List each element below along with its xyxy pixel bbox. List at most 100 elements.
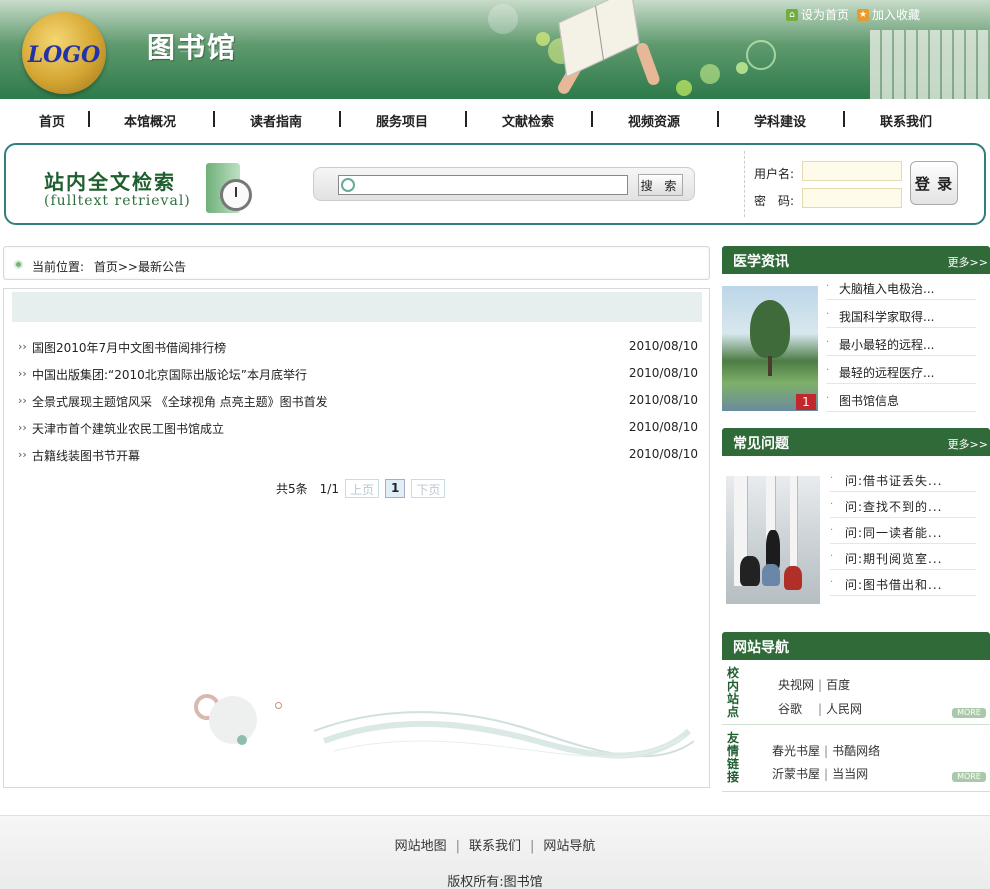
faq-more-link[interactable]: 更多>> — [948, 436, 988, 452]
nav-item-video[interactable]: 视频资源 — [628, 111, 680, 130]
password-field[interactable] — [802, 188, 902, 208]
double-chevron-icon: ›› — [18, 367, 27, 380]
news-row[interactable]: ›› 天津市首个建筑业农民工图书馆成立 2010/08/10 — [18, 419, 698, 439]
footer-link-site-nav[interactable]: 网站导航 — [543, 839, 595, 854]
add-favorite-link[interactable]: ★ 加入收藏 — [857, 6, 920, 23]
faq-item-title[interactable]: 问:期刊阅览室... — [845, 550, 943, 567]
faq-item[interactable]: · 问:借书证丢失... — [830, 470, 976, 492]
faq-item-title[interactable]: 问:查找不到的... — [845, 498, 943, 515]
news-row[interactable]: ›› 全景式展现主题馆风采 《全球视角 点亮主题》图书首发 2010/08/10 — [18, 392, 698, 412]
logo[interactable]: LOGO — [22, 12, 106, 94]
decor-open-book — [558, 0, 640, 78]
friend-link[interactable]: 当当网 — [832, 767, 868, 781]
friend-links-row: 春光书屋 | 书酷网络 — [772, 742, 880, 759]
news-date: 2010/08/10 — [628, 420, 698, 434]
medical-news-item-title[interactable]: 我国科学家取得... — [839, 308, 934, 325]
nav-item-disciplines[interactable]: 学科建设 — [754, 111, 806, 130]
top-links: ⌂ 设为首页 ★ 加入收藏 — [786, 6, 920, 23]
nav-separator — [843, 111, 845, 127]
bullet-icon: · — [826, 393, 830, 404]
search-input[interactable] — [338, 175, 628, 195]
news-title[interactable]: 天津市首个建筑业农民工图书馆成立 — [32, 420, 224, 437]
campus-link[interactable]: 百度 — [826, 678, 850, 692]
footer-link-contact[interactable]: 联系我们 — [469, 839, 521, 854]
news-date: 2010/08/10 — [628, 447, 698, 461]
medical-news-item[interactable]: · 大脑植入电极治... — [826, 278, 976, 300]
bullet-icon: · — [830, 473, 834, 484]
news-date: 2010/08/10 — [628, 339, 698, 353]
nav-item-services[interactable]: 服务项目 — [376, 111, 428, 130]
faq-item-title[interactable]: 问:图书借出和... — [845, 576, 943, 593]
decor-arm-right — [634, 41, 662, 87]
news-panel: ›› 国图2010年7月中文图书借阅排行榜 2010/08/10 ›› 中国出版… — [3, 288, 710, 788]
nav-item-home[interactable]: 首页 — [39, 111, 65, 130]
campus-link[interactable]: 央视网 — [778, 678, 814, 692]
campus-link[interactable]: 人民网 — [826, 702, 862, 716]
breadcrumb-text: 当前位置: 首页>>最新公告 — [32, 258, 186, 275]
campus-link[interactable]: 谷歌 — [778, 700, 814, 717]
footer-link-sitemap[interactable]: 网站地图 — [395, 839, 447, 854]
campus-more-button[interactable]: MORE — [952, 708, 986, 718]
search-button[interactable]: 搜 索 — [638, 174, 683, 196]
tree-shape — [750, 300, 790, 358]
decor-bubble — [488, 4, 518, 34]
search-title: 站内全文检索 — [44, 170, 176, 194]
footer-links: 网站地图 | 联系我们 | 网站导航 — [0, 835, 990, 854]
faq-item-title[interactable]: 问:借书证丢失... — [845, 472, 943, 489]
news-title[interactable]: 古籍线装图书节开幕 — [32, 447, 140, 464]
breadcrumb-path[interactable]: 首页>>最新公告 — [94, 260, 186, 274]
medical-news-item-title[interactable]: 大脑植入电极治... — [839, 280, 934, 297]
site-title-reflection: 图书馆 — [147, 39, 238, 56]
bullet-icon: · — [830, 577, 834, 588]
medical-news-item-title[interactable]: 最小最轻的远程... — [839, 336, 934, 353]
medical-news-more-link[interactable]: 更多>> — [948, 254, 988, 270]
faq-item[interactable]: · 问:图书借出和... — [830, 574, 976, 596]
username-field[interactable] — [802, 161, 902, 181]
news-title[interactable]: 中国出版集团:“2010北京国际出版论坛”本月底举行 — [32, 366, 307, 383]
medical-news-image[interactable] — [722, 286, 818, 411]
prev-page-button[interactable]: 上页 — [344, 479, 379, 498]
faq-item-title[interactable]: 问:同一读者能... — [845, 524, 943, 541]
faq-item[interactable]: · 问:同一读者能... — [830, 522, 976, 544]
friend-more-button[interactable]: MORE — [952, 772, 986, 782]
medical-news-item[interactable]: · 最轻的远程医疗... — [826, 362, 976, 384]
faq-image[interactable] — [726, 476, 820, 604]
news-row[interactable]: ›› 中国出版集团:“2010北京国际出版论坛”本月底举行 2010/08/10 — [18, 365, 698, 385]
medical-news-item-title[interactable]: 图书馆信息 — [839, 392, 899, 409]
news-row[interactable]: ›› 古籍线装图书节开幕 2010/08/10 — [18, 446, 698, 466]
nav-item-literature-search[interactable]: 文献检索 — [502, 111, 554, 130]
pagination-page: 1/1 — [319, 481, 339, 496]
medical-news-item[interactable]: · 最小最轻的远程... — [826, 334, 976, 356]
next-page-button[interactable]: 下页 — [411, 479, 446, 498]
nav-item-contact[interactable]: 联系我们 — [880, 111, 932, 130]
login-divider — [744, 151, 745, 217]
search-panel: 站内全文检索 (fulltext retrieval) 搜 索 用户名: 密 码… — [4, 143, 986, 225]
favorite-icon: ★ — [857, 8, 870, 21]
friend-links-label: 友情链接 — [726, 731, 739, 784]
bullet-icon: · — [830, 525, 834, 536]
search-box: 搜 索 — [313, 167, 695, 201]
faq-header: 常见问题 更多>> — [722, 428, 990, 456]
friend-link[interactable]: 书酷网络 — [832, 744, 880, 758]
news-title[interactable]: 全景式展现主题馆风采 《全球视角 点亮主题》图书首发 — [32, 393, 328, 410]
medical-news-item[interactable]: · 我国科学家取得... — [826, 306, 976, 328]
friend-link[interactable]: 春光书屋 — [772, 744, 820, 758]
medical-news-item-title[interactable]: 最轻的远程医疗... — [839, 364, 934, 381]
medical-news-item[interactable]: · 图书馆信息 — [826, 390, 976, 412]
person-shape — [784, 566, 802, 590]
faq-item[interactable]: · 问:期刊阅览室... — [830, 548, 976, 570]
decor-bubble — [536, 32, 550, 46]
friend-link[interactable]: 沂蒙书屋 — [772, 767, 820, 781]
nav-item-overview[interactable]: 本馆概况 — [124, 111, 176, 130]
campus-links-row: 谷歌 | 人民网 — [778, 700, 862, 717]
set-homepage-link[interactable]: ⌂ 设为首页 — [786, 6, 849, 23]
footer: 网站地图 | 联系我们 | 网站导航 版权所有:图书馆 — [0, 815, 990, 889]
news-date: 2010/08/10 — [628, 366, 698, 380]
current-page-button[interactable]: 1 — [384, 479, 406, 498]
faq-item[interactable]: · 问:查找不到的... — [830, 496, 976, 518]
image-slide-badge[interactable]: 1 — [796, 394, 816, 410]
nav-item-reader-guide[interactable]: 读者指南 — [250, 111, 302, 130]
news-title[interactable]: 国图2010年7月中文图书借阅排行榜 — [32, 339, 226, 356]
news-row[interactable]: ›› 国图2010年7月中文图书借阅排行榜 2010/08/10 — [18, 338, 698, 358]
login-button[interactable]: 登 录 — [910, 161, 958, 205]
